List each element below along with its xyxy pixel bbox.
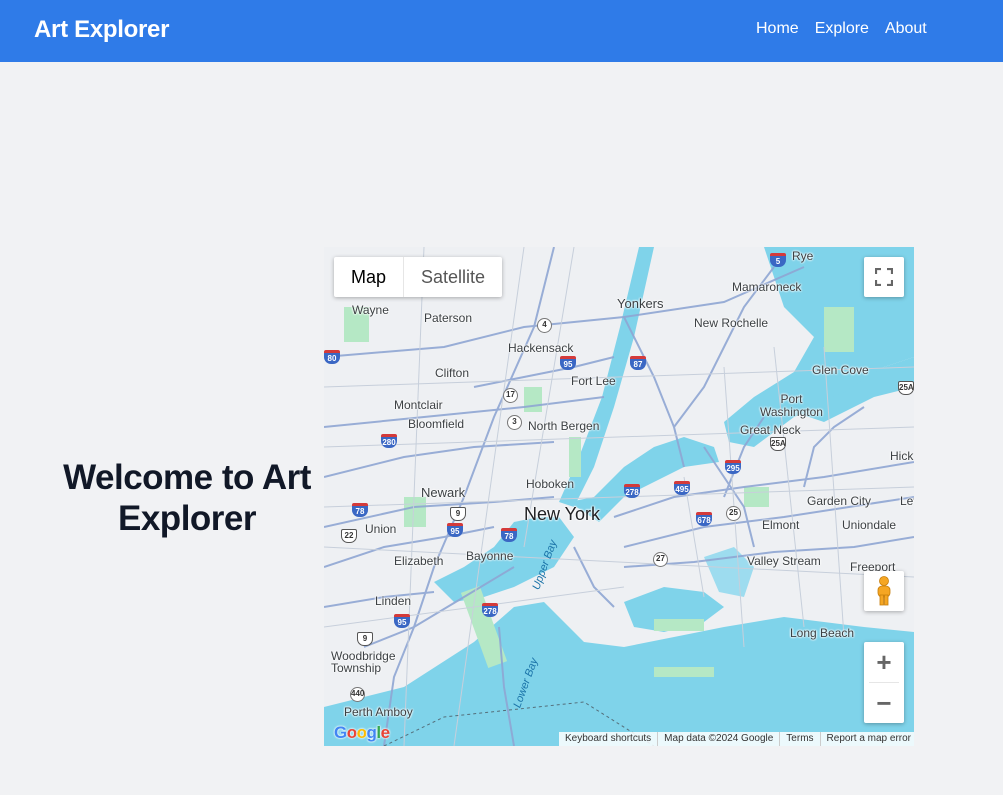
- highway-shield: 278: [624, 484, 640, 498]
- map-label-long-beach: Long Beach: [790, 626, 855, 640]
- nav-about-link[interactable]: About: [885, 20, 927, 38]
- highway-shield: 495: [674, 481, 690, 495]
- map-label-rye: Rye: [792, 249, 814, 263]
- map-label-port-washington: Port Washington: [760, 392, 823, 419]
- terms-link[interactable]: Terms: [779, 732, 819, 746]
- map-label-perth-amboy: Perth Amboy: [344, 705, 413, 719]
- map-label-hoboken: Hoboken: [526, 477, 575, 491]
- map-label-new-york: New York: [524, 504, 601, 524]
- map-label-paterson: Paterson: [424, 311, 473, 325]
- map-label-newark: Newark: [421, 485, 466, 500]
- highway-shield: 80: [324, 350, 340, 364]
- map-label-bloomfield: Bloomfield: [408, 417, 465, 431]
- top-navbar: Art Explorer Home Explore About: [0, 0, 1003, 62]
- highway-shield: 678: [696, 512, 712, 526]
- brand-logo-link[interactable]: Art Explorer: [34, 16, 169, 44]
- highway-shield: 25A: [898, 381, 914, 395]
- map-label-union: Union: [365, 522, 397, 536]
- zoom-in-button[interactable]: +: [864, 642, 904, 682]
- nav-explore-link[interactable]: Explore: [815, 20, 869, 38]
- map-label-great-neck: Great Neck: [740, 423, 801, 437]
- map-label-garden-city: Garden City: [807, 494, 872, 508]
- map-label-woodbridge-township: Woodbridge Township: [331, 649, 396, 675]
- highway-shield: 95: [394, 614, 410, 628]
- map-label-valley-stream: Valley Stream: [747, 554, 821, 568]
- highway-shield: 4: [537, 318, 552, 333]
- map-type-satellite-button[interactable]: Satellite: [404, 257, 502, 297]
- fullscreen-icon: [875, 268, 893, 286]
- highway-shield: 3: [507, 415, 522, 430]
- map-label-hackensack: Hackensack: [508, 341, 574, 355]
- nav-home-link[interactable]: Home: [756, 20, 799, 38]
- highway-shield: 5: [770, 253, 786, 267]
- hero-title: Welcome to Art Explorer: [63, 458, 311, 538]
- highway-shield: 278: [482, 603, 498, 617]
- map-label-hick: Hick: [890, 449, 914, 463]
- highway-shield: 295: [725, 460, 741, 474]
- highway-shield: 95: [560, 356, 576, 370]
- map-label-fort-lee: Fort Lee: [571, 374, 616, 388]
- highway-shield: 95: [447, 523, 463, 537]
- street-view-pegman-button[interactable]: [864, 571, 904, 611]
- map-label-glen-cove: Glen Cove: [812, 363, 869, 377]
- map-label-north-bergen: North Bergen: [528, 419, 600, 433]
- highway-shield: 25: [726, 506, 741, 521]
- keyboard-shortcuts-link[interactable]: Keyboard shortcuts: [559, 732, 657, 746]
- highway-shield: 87: [630, 356, 646, 370]
- map-type-map-button[interactable]: Map: [334, 257, 405, 297]
- highway-shield: 78: [352, 503, 368, 517]
- map-label-bayonne: Bayonne: [466, 549, 514, 563]
- map-label-yonkers: Yonkers: [617, 296, 664, 311]
- highway-shield: 280: [381, 434, 397, 448]
- map-label-mamaroneck: Mamaroneck: [732, 280, 802, 294]
- map-label-elmont: Elmont: [762, 518, 800, 532]
- map-label-lev: Lev: [900, 494, 914, 508]
- zoom-out-button[interactable]: −: [864, 683, 904, 723]
- map-label-elizabeth: Elizabeth: [394, 554, 444, 568]
- zoom-control: + −: [864, 642, 904, 723]
- map-label-clifton: Clifton: [435, 366, 470, 380]
- map-label-new-rochelle: New Rochelle: [694, 316, 769, 330]
- google-logo[interactable]: Google: [334, 723, 390, 743]
- highway-shield: 27: [653, 552, 668, 567]
- report-map-error-link[interactable]: Report a map error: [819, 732, 914, 746]
- highway-shield: 22: [341, 529, 357, 543]
- map-label-wayne: Wayne: [352, 303, 389, 317]
- fullscreen-button[interactable]: [864, 257, 904, 297]
- highway-shield: 440: [350, 687, 365, 702]
- map-label-montclair: Montclair: [394, 398, 443, 412]
- map-label-linden: Linden: [375, 594, 412, 608]
- map-widget[interactable]: Rye Yonkers Mamaroneck Wayne Paterson Ne…: [324, 247, 914, 746]
- highway-shield: 25A: [770, 437, 786, 451]
- highway-shield: 78: [501, 528, 517, 542]
- map-label-uniondale: Uniondale: [842, 518, 897, 532]
- map-type-control: Map Satellite: [334, 257, 503, 297]
- map-data-credit: Map data ©2024 Google: [657, 732, 779, 746]
- highway-shield: 9: [357, 632, 373, 646]
- pegman-icon: [877, 576, 891, 606]
- highway-shield: 17: [503, 388, 518, 403]
- highway-shield: 9: [450, 507, 466, 521]
- nav-links: Home Explore About: [756, 20, 927, 38]
- map-attribution-bar: Keyboard shortcuts Map data ©2024 Google…: [559, 732, 914, 746]
